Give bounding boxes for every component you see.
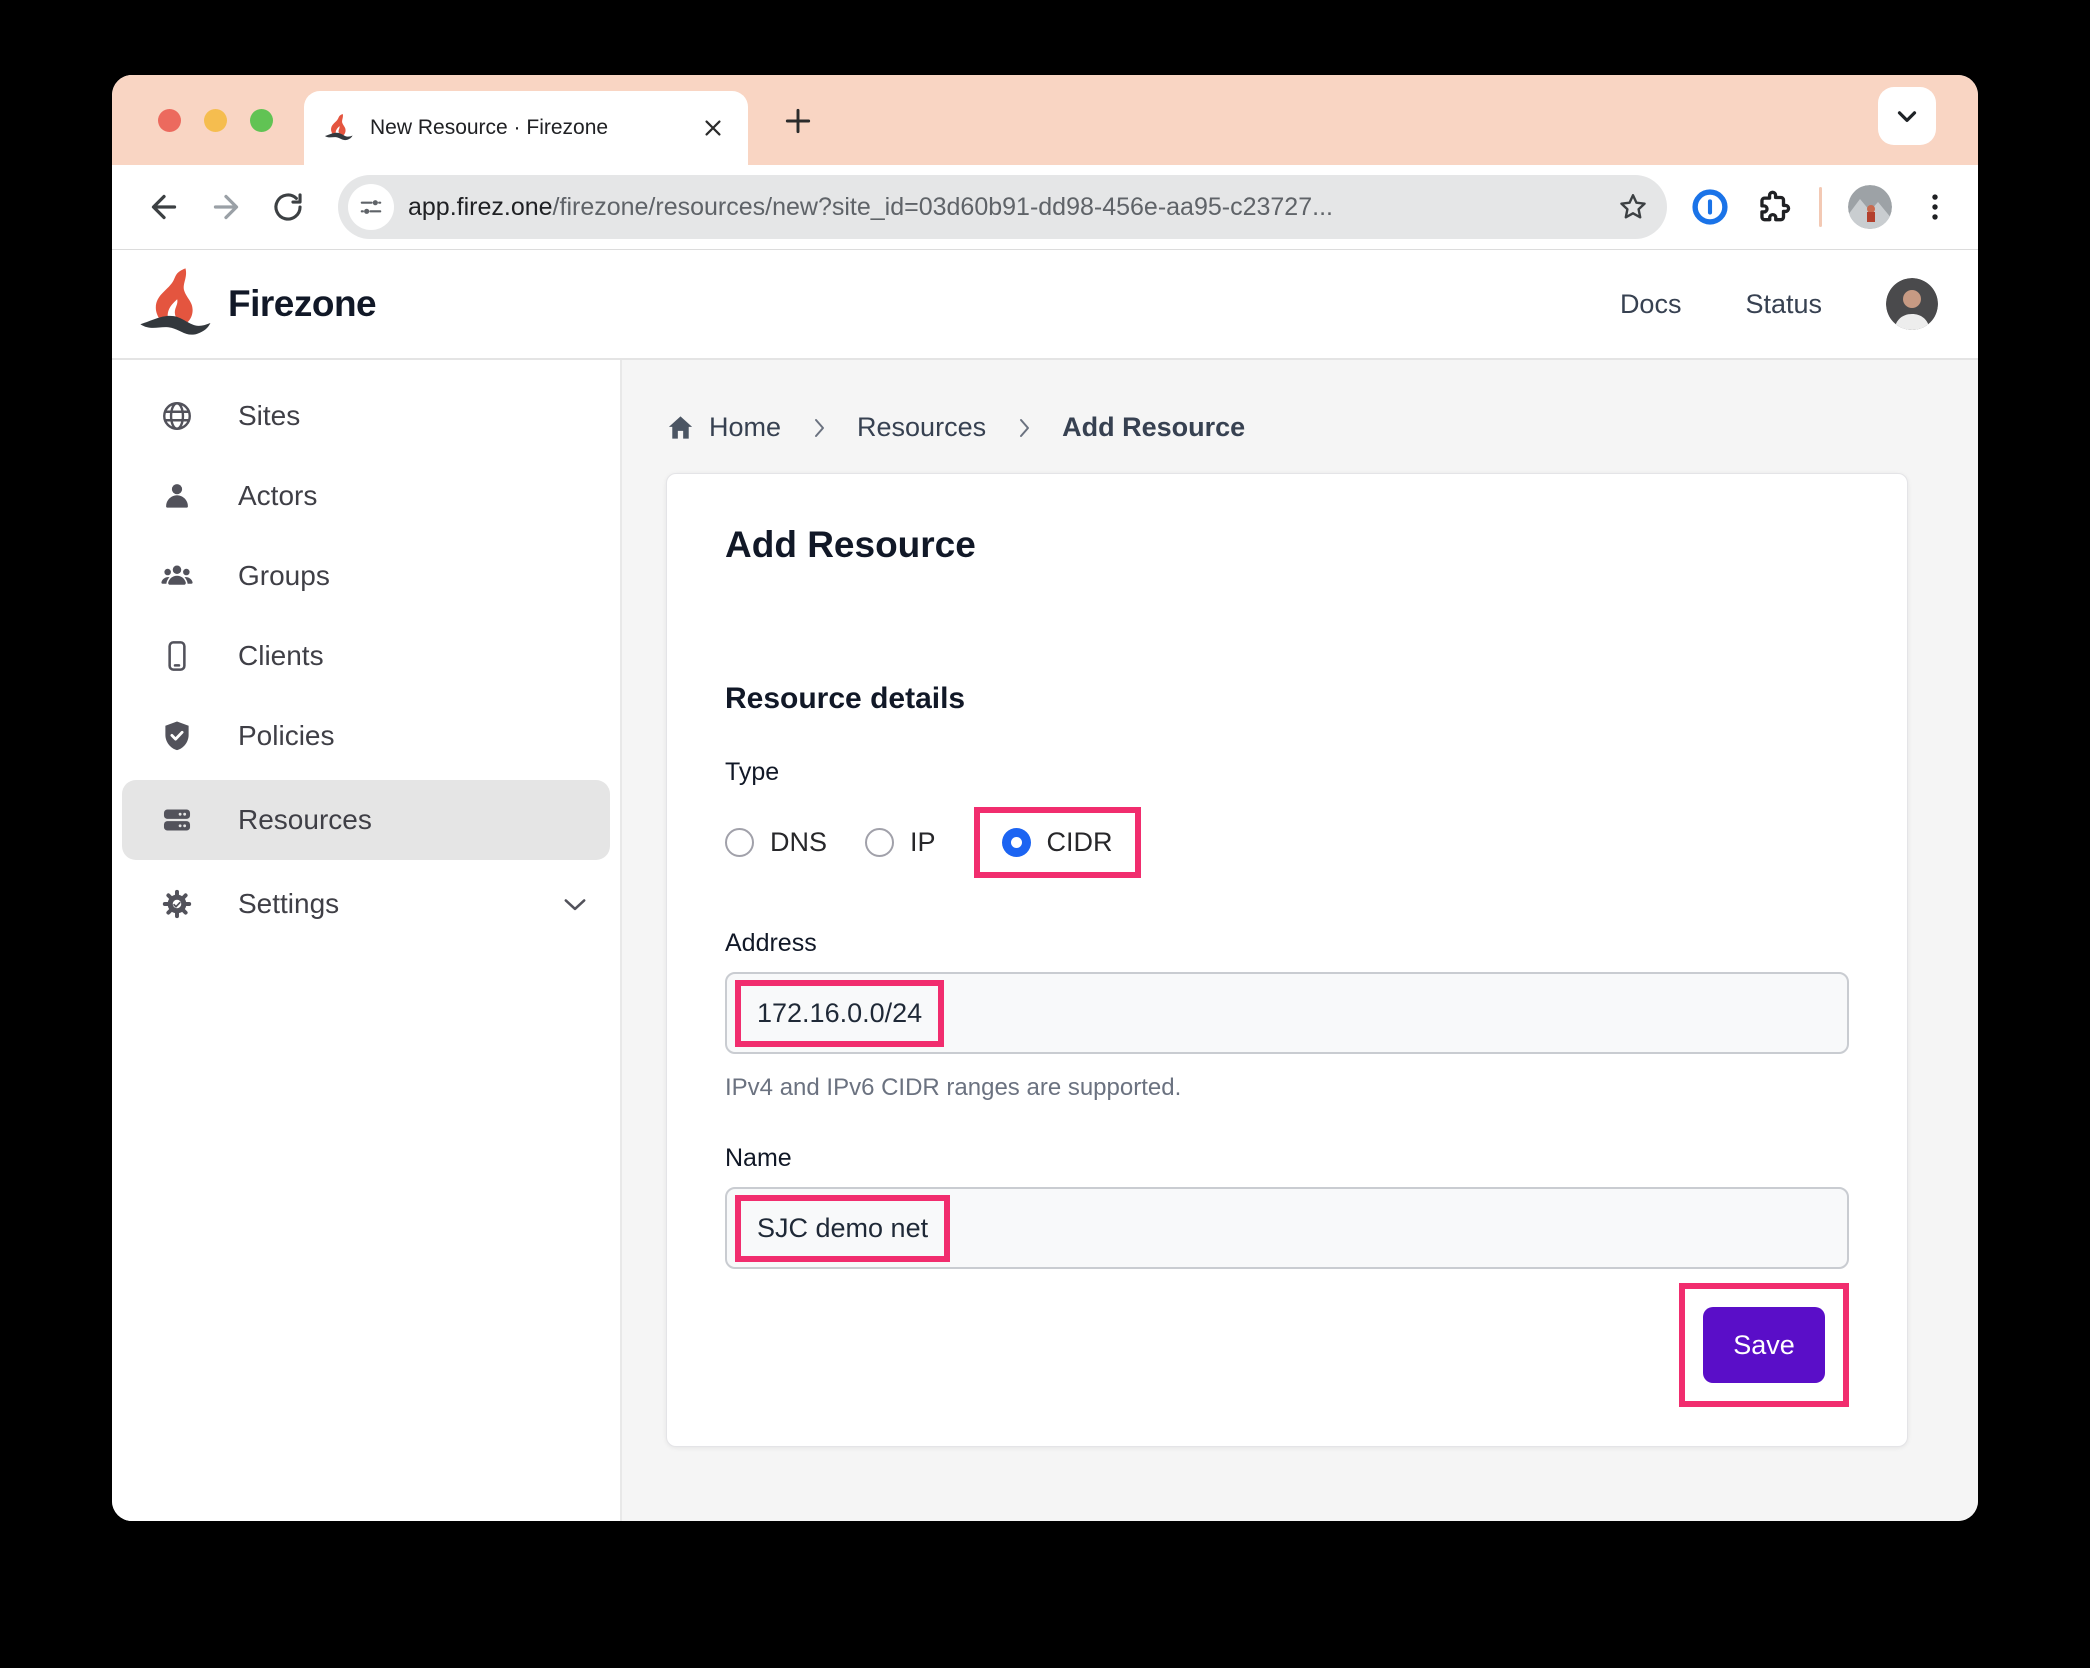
breadcrumb-separator-icon xyxy=(1012,416,1036,440)
browser-profile-avatar[interactable] xyxy=(1848,185,1892,229)
password-manager-icon[interactable] xyxy=(1691,188,1729,226)
sidebar-item-sites[interactable]: Sites xyxy=(112,376,620,456)
back-button[interactable] xyxy=(138,181,190,233)
annotation-highlight-save: Save xyxy=(1679,1283,1849,1407)
person-icon xyxy=(160,479,194,513)
home-icon xyxy=(666,413,695,442)
annotation-highlight-name: SJC demo net xyxy=(735,1194,951,1262)
url-domain: app.firez.one xyxy=(408,192,553,221)
type-radio-group: DNS IP CIDR xyxy=(725,797,1849,887)
sidebar-item-label: Settings xyxy=(238,888,340,919)
sidebar-nav: Sites Actors Groups Clients Policies Res… xyxy=(112,360,622,1521)
firezone-favicon-icon xyxy=(324,113,354,143)
address-field[interactable]: 172.16.0.0/24 xyxy=(725,972,1849,1054)
radio-circle[interactable] xyxy=(725,827,754,857)
breadcrumb-label: Resources xyxy=(857,412,987,442)
add-resource-card: Add Resource Resource details Type DNS I… xyxy=(666,473,1908,1447)
users-group-icon xyxy=(160,559,194,593)
browser-menu-icon[interactable] xyxy=(1918,190,1952,224)
globe-icon xyxy=(160,399,194,433)
mobile-phone-icon xyxy=(160,639,194,673)
user-avatar[interactable] xyxy=(1886,278,1938,330)
name-label: Name xyxy=(725,1144,792,1172)
type-label: Type xyxy=(725,758,780,786)
tab-search-button[interactable] xyxy=(1878,87,1936,145)
url-path: /firezone/resources/new?site_id=03d60b91… xyxy=(552,192,1333,221)
save-button[interactable]: Save xyxy=(1703,1307,1825,1383)
page-title: Add Resource xyxy=(725,524,976,565)
toolbar-separator xyxy=(1819,187,1822,227)
sidebar-item-label: Resources xyxy=(238,804,372,835)
sidebar-item-settings[interactable]: Settings xyxy=(112,864,620,944)
breadcrumb: Home Resources Add Resource xyxy=(666,412,1978,443)
zoom-window-button[interactable] xyxy=(250,108,273,132)
breadcrumb-label: Home xyxy=(709,412,782,442)
url-text: app.firez.one/firezone/resources/new?sit… xyxy=(408,193,1603,222)
reload-button[interactable] xyxy=(262,181,314,233)
site-info-icon[interactable] xyxy=(348,184,394,230)
sidebar-item-label: Groups xyxy=(238,560,330,591)
firezone-logo-icon xyxy=(134,266,218,342)
breadcrumb-home[interactable]: Home xyxy=(666,412,781,443)
chevron-down-icon xyxy=(558,887,592,921)
section-title: Resource details xyxy=(725,682,966,715)
annotation-highlight-cidr: CIDR xyxy=(973,806,1141,878)
forward-button[interactable] xyxy=(200,181,252,233)
browser-tab[interactable]: New Resource · Firezone xyxy=(304,91,748,165)
app-header: Firezone Docs Status xyxy=(112,250,1978,360)
docs-link[interactable]: Docs xyxy=(1620,289,1682,320)
brand-name: Firezone xyxy=(228,283,377,324)
sidebar-item-policies[interactable]: Policies xyxy=(112,696,620,776)
browser-window: New Resource · Firezone app.firez.one/fi… xyxy=(112,75,1978,1521)
main-content: Home Resources Add Resource Add Resource… xyxy=(622,360,1978,1521)
breadcrumb-current: Add Resource xyxy=(1062,412,1245,443)
status-link[interactable]: Status xyxy=(1745,289,1822,320)
sidebar-item-actors[interactable]: Actors xyxy=(112,456,620,536)
address-label: Address xyxy=(725,929,817,957)
address-help-text: IPv4 and IPv6 CIDR ranges are supported. xyxy=(725,1074,1182,1101)
breadcrumb-resources[interactable]: Resources xyxy=(857,412,986,443)
toolbar-extensions xyxy=(1691,185,1952,229)
radio-circle[interactable] xyxy=(1001,827,1031,857)
close-window-button[interactable] xyxy=(158,108,181,132)
radio-option-cidr[interactable]: CIDR xyxy=(1001,826,1113,858)
name-value: SJC demo net xyxy=(757,1212,929,1243)
radio-label: DNS xyxy=(770,826,828,857)
browser-toolbar: app.firez.one/firezone/resources/new?sit… xyxy=(112,165,1978,250)
gear-icon xyxy=(160,887,194,921)
minimize-window-button[interactable] xyxy=(204,108,227,132)
address-value: 172.16.0.0/24 xyxy=(757,997,923,1028)
shield-check-icon xyxy=(160,719,194,753)
sidebar-item-clients[interactable]: Clients xyxy=(112,616,620,696)
name-field[interactable]: SJC demo net xyxy=(725,1187,1849,1269)
annotation-highlight-address: 172.16.0.0/24 xyxy=(735,979,945,1047)
radio-label: CIDR xyxy=(1046,826,1113,857)
radio-option-ip[interactable]: IP xyxy=(865,827,936,858)
tab-title: New Resource · Firezone xyxy=(370,116,609,139)
bookmark-star-icon[interactable] xyxy=(1617,191,1649,223)
sidebar-item-label: Actors xyxy=(238,480,318,511)
address-bar[interactable]: app.firez.one/firezone/resources/new?sit… xyxy=(338,175,1667,239)
tab-close-icon[interactable] xyxy=(698,113,728,143)
sidebar-item-groups[interactable]: Groups xyxy=(112,536,620,616)
breadcrumb-label: Add Resource xyxy=(1062,412,1246,442)
server-stack-icon xyxy=(160,803,194,837)
sidebar-item-resources[interactable]: Resources xyxy=(122,780,610,860)
radio-label: IP xyxy=(910,826,936,857)
extensions-puzzle-icon[interactable] xyxy=(1755,188,1793,226)
radio-circle[interactable] xyxy=(865,827,895,857)
window-controls xyxy=(158,75,273,165)
firezone-brand[interactable]: Firezone xyxy=(134,266,377,342)
tab-strip: New Resource · Firezone xyxy=(112,75,1978,165)
radio-option-dns[interactable]: DNS xyxy=(725,827,827,858)
sidebar-item-label: Sites xyxy=(238,400,301,431)
breadcrumb-separator-icon xyxy=(807,416,831,440)
sidebar-item-label: Policies xyxy=(238,720,335,751)
sidebar-item-label: Clients xyxy=(238,640,324,671)
new-tab-button[interactable] xyxy=(780,103,816,139)
